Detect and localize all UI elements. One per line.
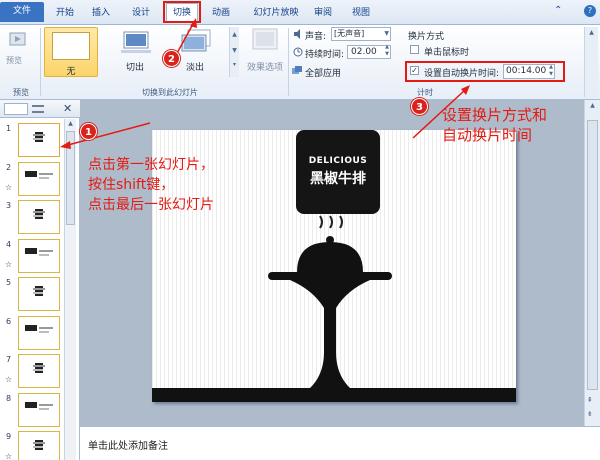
step3-instruction: 设置换片方式和 自动换片时间	[442, 106, 548, 144]
step-badge-1: 1	[80, 123, 97, 140]
step-badge-3: 3	[411, 98, 428, 115]
step1-instruction: 点击第一张幻灯片， 按住shift键， 点击最后一张幻灯片	[88, 157, 214, 213]
powerpoint-window: 文件 开始 插入 设计 切换 动画 幻灯片放映 审阅 视图 ⌃ ? 预览 预览 …	[0, 0, 600, 460]
step-badge-2: 2	[163, 50, 180, 67]
annotation-arrows	[60, 18, 470, 149]
